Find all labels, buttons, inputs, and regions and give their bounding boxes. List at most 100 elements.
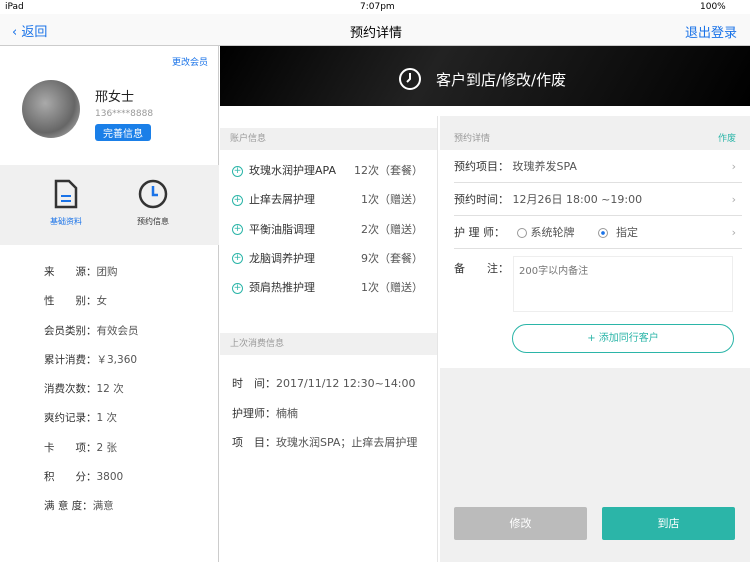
field-label: 卡 项： [44, 441, 97, 454]
project-value: 玫瑰养发SPA [512, 160, 577, 173]
time-row[interactable]: 预约时间： 12月26日 18:00 ~19:00 › [454, 183, 742, 216]
document-icon [54, 179, 78, 209]
project-row[interactable]: 预约项目： 玫瑰养发SPA › [454, 150, 742, 183]
battery: 100% [700, 2, 726, 12]
nav-bar: ‹ 返回 预约详情 退出登录 [0, 14, 750, 46]
field-label: 积 分： [44, 471, 97, 484]
avatar [22, 80, 80, 138]
plus-circle-icon: + [232, 165, 243, 177]
detail-title: 预约详情 [454, 134, 491, 144]
logout-button[interactable]: 退出登录 [685, 22, 737, 41]
void-button[interactable]: 作废 [718, 128, 736, 150]
banner: 客户到店/修改/作废 [220, 46, 750, 106]
row-label: 护 理 师： [454, 226, 505, 239]
field-value: 有效会员 [96, 324, 139, 337]
clock-icon [399, 68, 421, 90]
account-list: + 玫瑰水润护理APA 12次（套餐） + 止痒去屑护理 1次（赠送） + 平衡油脂调理 2… [220, 150, 437, 308]
plus-circle-icon: + [232, 194, 243, 206]
status-bar: iPad 7:07pm 100% [0, 0, 750, 14]
clock: 7:07pm [360, 2, 395, 12]
page-title: 预约详情 [350, 26, 403, 41]
member-phone: 136****8888 [95, 109, 154, 119]
chevron-right-icon[interactable]: › [732, 216, 736, 249]
plus-circle-icon: + [232, 282, 243, 294]
item-count: 1次（赠送） [361, 193, 423, 207]
row-label: 预约项目： [454, 160, 509, 173]
radio-system[interactable] [516, 228, 527, 238]
field-row: 消费次数：12 次 [44, 381, 234, 410]
account-item[interactable]: + 颈肩热推护理 1次（赠送） [232, 279, 423, 308]
field-label: 累计消费： [44, 353, 97, 366]
item-name: 玫瑰水润护理APA [249, 164, 336, 177]
info-label: 时 间： [232, 377, 276, 391]
field-label: 爽约记录： [44, 412, 97, 425]
banner-title: 客户到店/修改/作废 [436, 71, 567, 89]
option-label: 系统轮牌 [530, 226, 575, 239]
note-input[interactable] [513, 256, 733, 312]
radio-assigned[interactable] [598, 228, 608, 238]
account-panel: 账户信息 + 玫瑰水润护理APA 12次（套餐） + 止痒去屑护理 1次（赠送） + 平衡… [220, 116, 438, 562]
field-row: 积 分：3800 [44, 469, 234, 498]
account-item[interactable]: + 止痒去屑护理 1次（赠送） [232, 191, 423, 220]
field-value: 团购 [96, 266, 118, 278]
change-member-link[interactable]: 更改会员 [172, 55, 208, 68]
field-label: 消费次数： [44, 383, 97, 396]
account-item[interactable]: + 平衡油脂调理 2次（赠送） [232, 221, 423, 250]
appointment-panel: 预约详情 作废 预约项目： 玫瑰养发SPA › 预约时间： 12月26日 18:00… [440, 116, 750, 562]
item-name: 龙脑调养护理 [249, 251, 315, 265]
modify-button[interactable]: 修改 [454, 507, 587, 540]
field-value: 女 [96, 295, 108, 308]
item-name: 平衡油脂调理 [249, 222, 315, 236]
field-value: 3800 [96, 471, 124, 484]
info-value: 楠楠 [276, 406, 298, 420]
back-button[interactable]: ‹ 返回 [12, 21, 47, 40]
note-label: 备 注： [454, 262, 509, 275]
info-label: 护理师： [232, 406, 276, 420]
info-value: 2017/11/12 12:30~14:00 [276, 377, 416, 391]
member-name: 邢女士 [95, 90, 135, 105]
member-tabs: 基础资料 预约信息 [0, 165, 219, 245]
item-count: 12次（套餐） [354, 164, 423, 177]
detail-form: 预约项目： 玫瑰养发SPA › 预约时间： 12月26日 18:00 ~19:00… [440, 150, 750, 368]
tab-appointment-info[interactable]: 预约信息 [127, 179, 179, 227]
back-label: 返回 [21, 25, 48, 40]
account-item[interactable]: + 龙脑调养护理 9次（套餐） [232, 250, 423, 279]
field-row: 性 别：女 [44, 293, 234, 322]
field-row: 累计消费：￥3,360 [44, 352, 234, 381]
add-companion-button[interactable]: + 添加同行客户 [512, 324, 734, 353]
last-consumption: 时 间：2017/11/12 12:30~14:00 护理师：楠楠 项 目：玫瑰… [220, 355, 437, 463]
field-label: 性 别： [44, 295, 97, 308]
field-label: 会员类别： [44, 324, 97, 337]
field-value: ￥3,360 [96, 353, 138, 366]
item-count: 9次（套餐） [361, 251, 423, 265]
field-row: 来 源：团购 [44, 264, 234, 293]
item-name: 颈肩热推护理 [249, 281, 315, 295]
complete-info-button[interactable]: 完善信息 [95, 124, 151, 141]
item-count: 1次（赠送） [361, 281, 423, 295]
field-row: 满 意 度：满意 [44, 498, 234, 527]
field-row: 卡 项：2 张 [44, 440, 234, 469]
tab-basic-info[interactable]: 基础资料 [40, 179, 92, 227]
info-row: 护理师：楠楠 [232, 405, 425, 434]
time-value: 12月26日 18:00 ~19:00 [512, 193, 643, 206]
field-value: 2 张 [96, 441, 118, 454]
chevron-right-icon: › [731, 193, 736, 206]
item-name: 止痒去屑护理 [249, 193, 315, 207]
info-value: 玫瑰水润SPA；止痒去屑护理 [276, 436, 418, 450]
account-header: 账户信息 [220, 128, 437, 150]
field-label: 来 源： [44, 266, 97, 278]
clock-icon [138, 179, 168, 209]
account-item[interactable]: + 玫瑰水润护理APA 12次（套餐） [232, 162, 423, 191]
field-row: 爽约记录：1 次 [44, 410, 234, 439]
row-label: 预约时间： [454, 193, 509, 206]
field-row: 会员类别：有效会员 [44, 323, 234, 352]
chevron-right-icon: › [731, 160, 736, 173]
item-count: 2次（赠送） [361, 222, 423, 236]
info-label: 项 目： [232, 436, 276, 450]
tab-label: 基础资料 [50, 217, 82, 226]
therapist-row: 护 理 师： 系统轮牌 指定 › [454, 216, 742, 249]
plus-circle-icon: + [232, 224, 243, 236]
field-value: 12 次 [96, 383, 124, 396]
arrive-button[interactable]: 到店 [602, 507, 735, 540]
field-value: 1 次 [96, 412, 118, 425]
